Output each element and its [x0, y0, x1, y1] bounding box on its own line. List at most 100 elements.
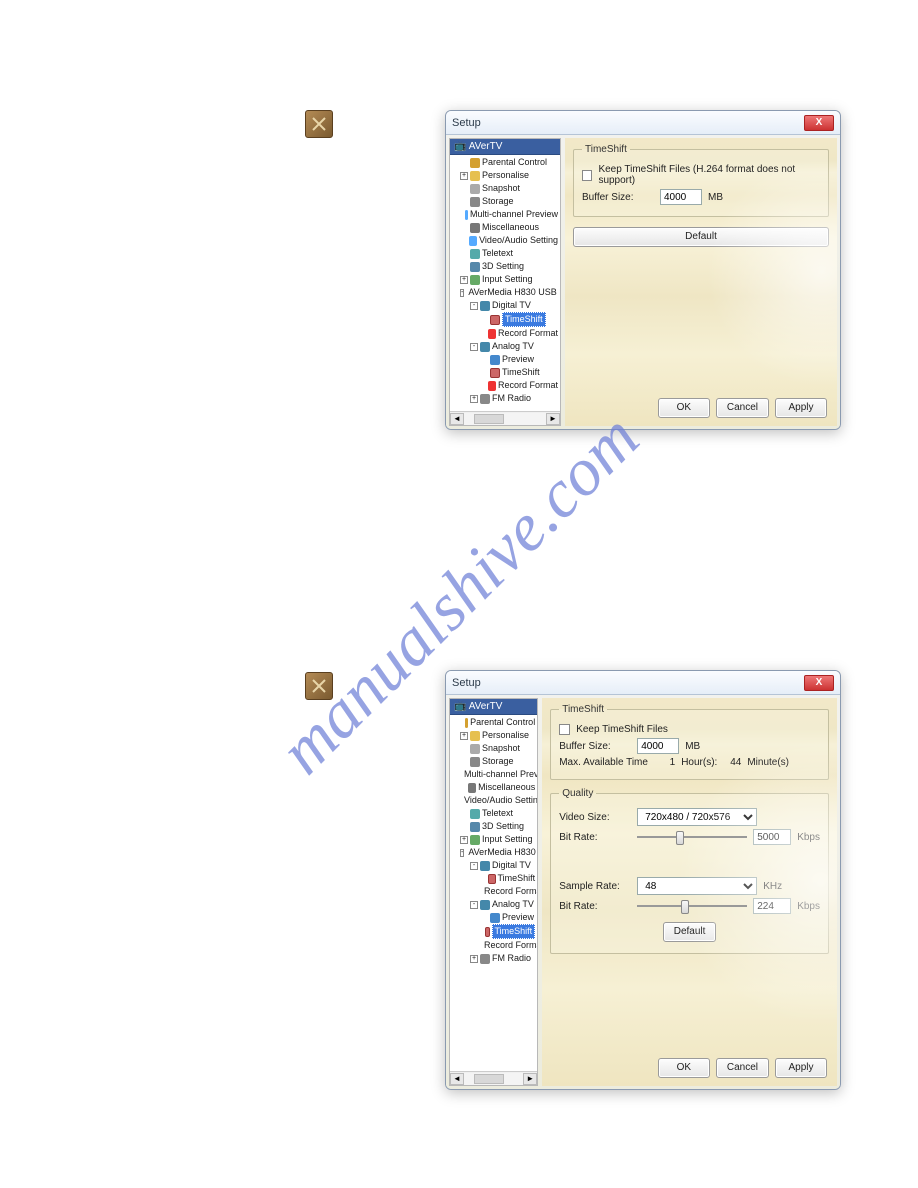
tree-item-snapshot[interactable]: Snapshot	[450, 742, 537, 755]
tree-item-misc[interactable]: Miscellaneous	[450, 221, 560, 234]
keep-files-label: Keep TimeShift Files (H.264 format does …	[598, 164, 820, 186]
mb-label: MB	[685, 741, 700, 752]
tree-item-dtv-timeshift[interactable]: TimeShift	[450, 312, 560, 327]
tree-item-digitaltv[interactable]: -Digital TV	[450, 299, 560, 312]
tree-hscroll[interactable]: ◄ ►	[450, 1071, 537, 1085]
tree-item-storage[interactable]: Storage	[450, 755, 537, 768]
cancel-button[interactable]: Cancel	[716, 1058, 769, 1078]
quality-legend: Quality	[559, 788, 596, 799]
tree-item-misc[interactable]: Miscellaneous	[450, 781, 537, 794]
tree-item-fm[interactable]: +FM Radio	[450, 392, 560, 405]
tree-item-dtv-recfmt[interactable]: Record Format	[450, 885, 537, 898]
scroll-thumb[interactable]	[474, 414, 504, 424]
tree-item-atv-recfmt[interactable]: Record Format	[450, 379, 560, 392]
audio-bitrate-label: Bit Rate:	[559, 901, 631, 912]
tree-item-analogtv[interactable]: -Analog TV	[450, 340, 560, 353]
close-button[interactable]: X	[804, 675, 834, 691]
ok-button[interactable]: OK	[658, 398, 710, 418]
tree-item-3d[interactable]: 3D Setting	[450, 820, 537, 833]
tree-item-storage[interactable]: Storage	[450, 195, 560, 208]
video-size-select[interactable]: 720x480 / 720x576	[637, 808, 757, 826]
sample-rate-label: Sample Rate:	[559, 881, 631, 892]
tree-item-input[interactable]: +Input Setting	[450, 273, 560, 286]
tree-item-atv-recfmt[interactable]: Record Format	[450, 939, 537, 952]
minutes-value: 44	[723, 757, 741, 768]
tree-item-teletext[interactable]: Teletext	[450, 807, 537, 820]
buffer-input[interactable]	[660, 189, 702, 205]
tree-item-atv-preview[interactable]: Preview	[450, 911, 537, 924]
dialog-title: Setup	[452, 117, 481, 129]
titlebar[interactable]: Setup X	[446, 111, 840, 135]
tree-item-va[interactable]: Video/Audio Setting	[450, 234, 560, 247]
tree-pane: 📺 AVerTV Parental Control +Personalise S…	[449, 138, 561, 426]
keep-files-checkbox[interactable]	[582, 170, 592, 181]
audio-bitrate-slider[interactable]	[637, 898, 747, 914]
tree-item-atv-timeshift[interactable]: TimeShift	[450, 924, 537, 939]
tree-item-multichannel[interactable]: Multi-channel Preview	[450, 208, 560, 221]
titlebar[interactable]: Setup X	[446, 671, 840, 695]
keep-files-label: Keep TimeShift Files	[576, 724, 668, 735]
content-pane: TimeShift Keep TimeShift Files Buffer Si…	[542, 698, 837, 1086]
kbps-label: Kbps	[797, 832, 820, 843]
tool-icon	[305, 672, 333, 700]
scroll-left-icon[interactable]: ◄	[450, 1073, 464, 1085]
audio-bitrate-value[interactable]	[753, 898, 791, 914]
tree-item-analogtv[interactable]: -Analog TV	[450, 898, 537, 911]
video-bitrate-slider[interactable]	[637, 829, 747, 845]
tree-hscroll[interactable]: ◄ ►	[450, 411, 560, 425]
scroll-right-icon[interactable]: ►	[523, 1073, 537, 1085]
ok-button[interactable]: OK	[658, 1058, 710, 1078]
kbps-label: Kbps	[797, 901, 820, 912]
default-button[interactable]: Default	[573, 227, 829, 247]
tree-item-fm[interactable]: +FM Radio	[450, 952, 537, 965]
cancel-button[interactable]: Cancel	[716, 398, 769, 418]
mb-label: MB	[708, 192, 723, 203]
tool-icon	[305, 110, 333, 138]
tree-root[interactable]: 📺 AVerTV	[450, 699, 537, 715]
tree-item-device[interactable]: -AVerMedia H830 USB Hybri	[450, 286, 560, 299]
setup-dialog-digital-timeshift: Setup X 📺 AVerTV Parental Control +Perso…	[445, 110, 841, 430]
tree-item-parental[interactable]: Parental Control	[450, 156, 560, 169]
video-bitrate-value[interactable]	[753, 829, 791, 845]
tree-item-dtv-recfmt[interactable]: Record Format	[450, 327, 560, 340]
tree-item-personalise[interactable]: +Personalise	[450, 729, 537, 742]
tree-item-parental[interactable]: Parental Control	[450, 716, 537, 729]
tree-root[interactable]: 📺 AVerTV	[450, 139, 560, 155]
tree-item-teletext[interactable]: Teletext	[450, 247, 560, 260]
tree-item-dtv-timeshift[interactable]: TimeShift	[450, 872, 537, 885]
minutes-label: Minute(s)	[747, 757, 789, 768]
tree-item-3d[interactable]: 3D Setting	[450, 260, 560, 273]
content-pane: TimeShift Keep TimeShift Files (H.264 fo…	[565, 138, 837, 426]
timeshift-legend: TimeShift	[582, 144, 630, 155]
tree-item-atv-preview[interactable]: Preview	[450, 353, 560, 366]
tree-item-digitaltv[interactable]: -Digital TV	[450, 859, 537, 872]
timeshift-legend: TimeShift	[559, 704, 607, 715]
tree-item-device[interactable]: -AVerMedia H830 USB Hybri	[450, 846, 537, 859]
scroll-left-icon[interactable]: ◄	[450, 413, 464, 425]
tree-item-personalise[interactable]: +Personalise	[450, 169, 560, 182]
tree-item-multichannel[interactable]: Multi-channel Preview	[450, 768, 537, 781]
apply-button[interactable]: Apply	[775, 398, 827, 418]
scroll-thumb[interactable]	[474, 1074, 504, 1084]
hours-label: Hour(s):	[681, 757, 717, 768]
sample-rate-select[interactable]: 48	[637, 877, 757, 895]
khz-label: KHz	[763, 881, 782, 892]
quality-group: Quality Video Size: 720x480 / 720x576 Bi…	[550, 788, 829, 954]
tree-pane: 📺 AVerTV Parental Control +Personalise S…	[449, 698, 538, 1086]
close-button[interactable]: X	[804, 115, 834, 131]
dialog-title: Setup	[452, 677, 481, 689]
buffer-label: Buffer Size:	[559, 741, 631, 752]
buffer-input[interactable]	[637, 738, 679, 754]
tree-item-va[interactable]: Video/Audio Setting	[450, 794, 537, 807]
apply-button[interactable]: Apply	[775, 1058, 827, 1078]
keep-files-checkbox[interactable]	[559, 724, 570, 735]
tree-item-input[interactable]: +Input Setting	[450, 833, 537, 846]
default-button[interactable]: Default	[663, 922, 717, 942]
buffer-label: Buffer Size:	[582, 192, 654, 203]
timeshift-group: TimeShift Keep TimeShift Files Buffer Si…	[550, 704, 829, 780]
scroll-right-icon[interactable]: ►	[546, 413, 560, 425]
tree-item-atv-timeshift[interactable]: TimeShift	[450, 366, 560, 379]
timeshift-group: TimeShift Keep TimeShift Files (H.264 fo…	[573, 144, 829, 217]
tree-item-snapshot[interactable]: Snapshot	[450, 182, 560, 195]
video-bitrate-label: Bit Rate:	[559, 832, 631, 843]
